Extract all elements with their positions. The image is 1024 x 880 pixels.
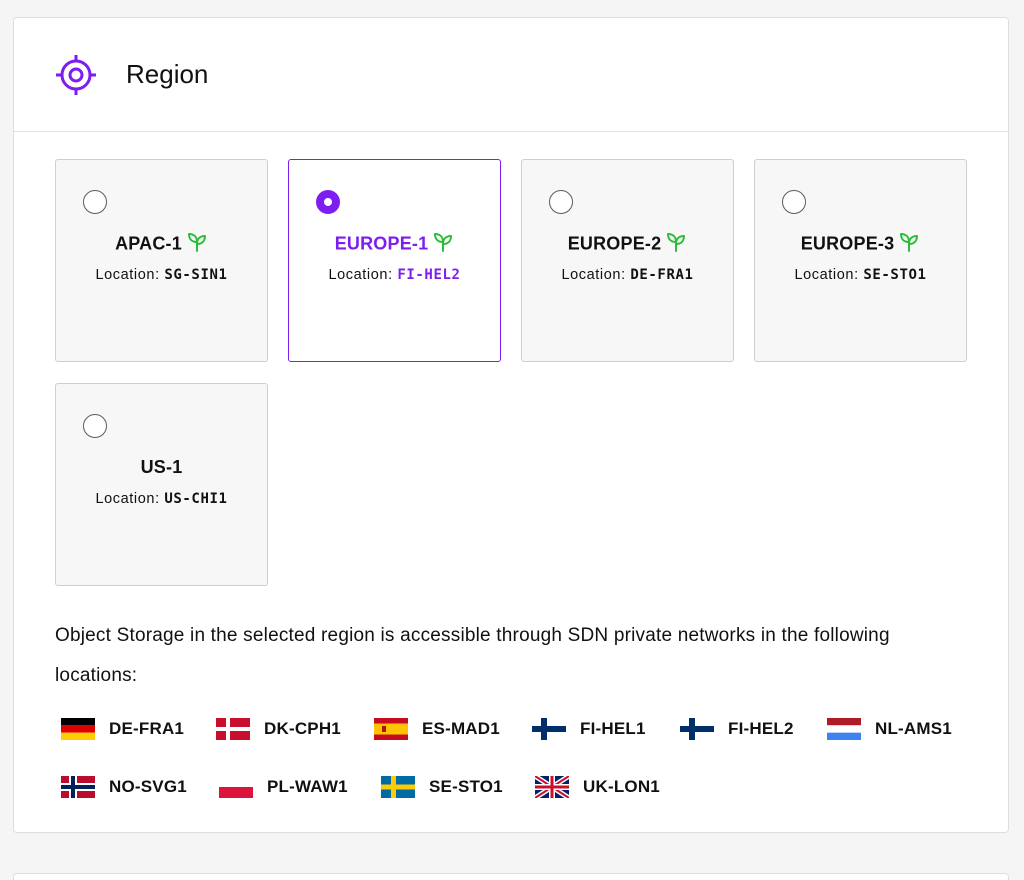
- germany-flag-icon: [61, 718, 95, 740]
- location-item: PL-WAW1: [219, 775, 348, 799]
- norway-flag-icon: [61, 776, 95, 798]
- region-radio[interactable]: [83, 414, 107, 438]
- sdn-description: Object Storage in the selected region is…: [55, 625, 890, 686]
- location-code-label: SE-STO1: [429, 777, 503, 796]
- region-card-apac-1[interactable]: APAC-1 Location: SG-SIN1: [55, 159, 268, 362]
- location-item: NO-SVG1: [61, 775, 187, 799]
- region-card-us-1[interactable]: US-1 Location: US-CHI1: [55, 383, 268, 586]
- location-code-label: DE-FRA1: [109, 719, 185, 738]
- finland-flag-icon: [532, 718, 566, 740]
- region-location: Location: FI-HEL2: [328, 267, 461, 283]
- region-radio[interactable]: [83, 190, 107, 214]
- region-location: Location: US-CHI1: [95, 491, 228, 507]
- location-item: SE-STO1: [381, 775, 503, 799]
- location-item: NL-AMS1: [827, 717, 952, 741]
- location-code: DE-FRA1: [630, 267, 694, 283]
- leaf-icon: [665, 231, 687, 253]
- region-radio[interactable]: [549, 190, 573, 214]
- target-icon: [54, 53, 98, 97]
- region-card-europe-3[interactable]: EUROPE-3 Location: SE-STO1: [754, 159, 967, 362]
- region-card-europe-2[interactable]: EUROPE-2 Location: DE-FRA1: [521, 159, 734, 362]
- leaf-icon: [898, 231, 920, 253]
- region-location: Location: SG-SIN1: [95, 267, 228, 283]
- location-code-label: NO-SVG1: [109, 777, 187, 796]
- region-radio[interactable]: [782, 190, 806, 214]
- uk-flag-icon: [533, 773, 571, 801]
- panel-title: Region: [126, 59, 209, 89]
- location-item: FI-HEL1: [532, 717, 646, 741]
- location-code-label: DK-CPH1: [264, 719, 341, 738]
- location-item: DK-CPH1: [216, 717, 341, 741]
- poland-flag-icon: [219, 776, 253, 798]
- location-code-label: NL-AMS1: [875, 719, 952, 738]
- next-panel: [13, 873, 1009, 880]
- location-code: SG-SIN1: [164, 267, 228, 283]
- leaf-icon: [186, 231, 208, 253]
- region-panel: Region APAC-1 Location: SG-SIN1 EUROPE-1…: [13, 17, 1009, 833]
- region-name: APAC-1: [115, 233, 182, 254]
- region-radio[interactable]: [316, 190, 340, 214]
- region-name: EUROPE-2: [567, 233, 662, 254]
- region-name: EUROPE-3: [800, 233, 895, 254]
- region-name: EUROPE-1: [334, 233, 429, 254]
- location-item: ES-MAD1: [374, 717, 500, 741]
- location-item: FI-HEL2: [680, 717, 794, 741]
- panel-header: Region: [14, 18, 1008, 132]
- location-code: US-CHI1: [164, 491, 228, 507]
- location-code-label: PL-WAW1: [267, 777, 348, 796]
- region-card-europe-1[interactable]: EUROPE-1 Location: FI-HEL2: [288, 159, 501, 362]
- region-location: Location: SE-STO1: [794, 267, 927, 283]
- location-code-label: FI-HEL1: [580, 719, 646, 738]
- denmark-flag-icon: [216, 718, 250, 740]
- location-item: DE-FRA1: [61, 717, 184, 741]
- sweden-flag-icon: [381, 776, 415, 798]
- location-code-label: FI-HEL2: [728, 719, 794, 738]
- location-code: SE-STO1: [863, 267, 927, 283]
- leaf-icon: [432, 231, 454, 253]
- finland-flag-icon: [680, 718, 714, 740]
- location-item: UK-LON1: [533, 773, 660, 801]
- netherlands-flag-icon: [827, 718, 861, 740]
- region-name: US-1: [140, 457, 183, 477]
- location-code: FI-HEL2: [397, 267, 461, 283]
- location-code-label: UK-LON1: [583, 777, 660, 796]
- region-location: Location: DE-FRA1: [561, 267, 694, 283]
- spain-flag-icon: [374, 718, 408, 740]
- location-code-label: ES-MAD1: [422, 719, 500, 738]
